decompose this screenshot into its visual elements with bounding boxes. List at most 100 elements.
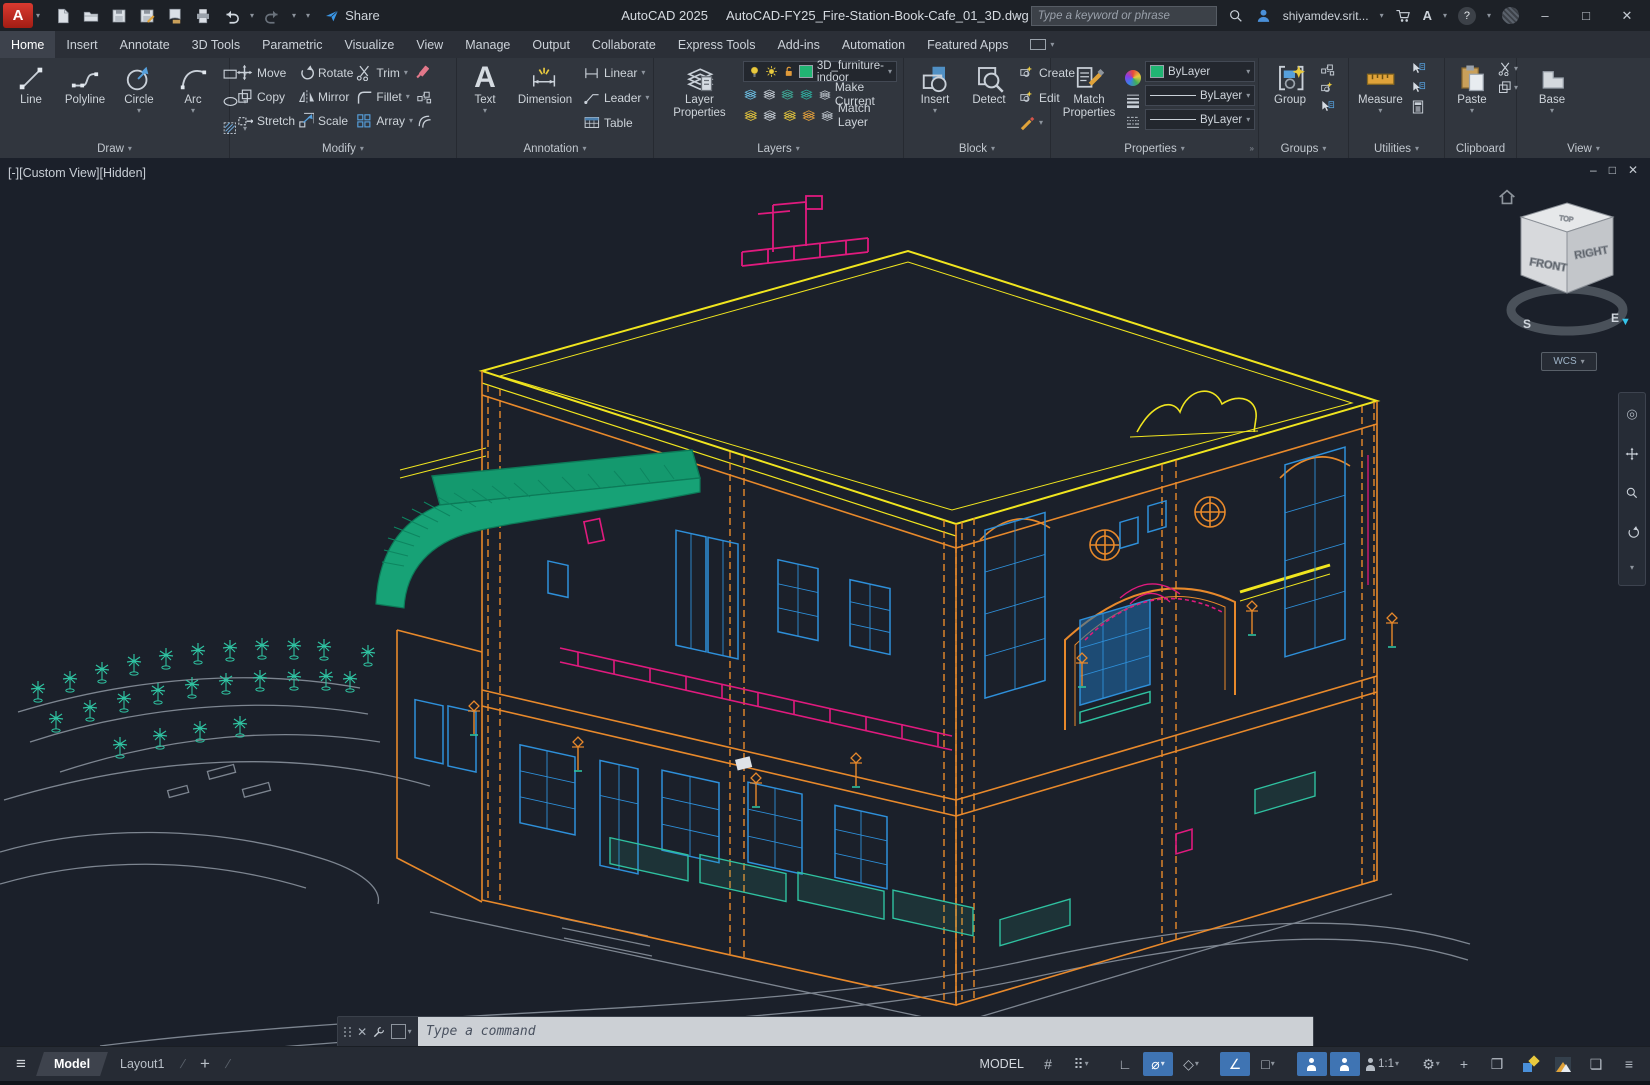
layer-unlock-all-icon[interactable]	[801, 107, 815, 123]
quick-select-icon[interactable]	[1410, 61, 1426, 77]
copy-clip-icon[interactable]	[1497, 80, 1512, 95]
zoom-icon[interactable]	[1625, 486, 1639, 500]
dimension-button[interactable]: Dimension	[511, 61, 579, 139]
layer-lock-icon[interactable]	[799, 86, 813, 102]
user-name[interactable]: shiyamdev.srit...	[1283, 9, 1369, 23]
layer-unlock-icon[interactable]	[782, 65, 795, 78]
autodesk-caret-icon[interactable]: ▾	[1443, 11, 1447, 20]
linetype-select[interactable]: ByLayer ▾	[1145, 109, 1256, 130]
tab-3d-tools[interactable]: 3D Tools	[181, 31, 251, 58]
window-close-button[interactable]: ✕	[1612, 8, 1642, 24]
annotation-monitor-toggle[interactable]: +	[1449, 1052, 1479, 1076]
viewcube[interactable]: S E FRONT RIGHT TOP	[1495, 175, 1650, 375]
panel-label-draw[interactable]: Draw ▾	[0, 140, 229, 158]
redo-caret-icon[interactable]: ▾	[292, 11, 296, 20]
pan-icon[interactable]	[1625, 446, 1639, 461]
viewcube-cube[interactable]: FRONT RIGHT TOP	[1519, 202, 1615, 294]
viewport-visual-style-control[interactable]: [Hidden]	[99, 166, 146, 180]
fillet-button[interactable]: Fillet ▾	[355, 85, 413, 108]
tab-express-tools[interactable]: Express Tools	[667, 31, 767, 58]
command-input[interactable]: Type a command	[418, 1017, 1313, 1046]
cut-icon[interactable]	[1497, 61, 1512, 76]
layer-freeze-icon[interactable]	[743, 86, 757, 102]
measure-button[interactable]: Measure ▾	[1355, 61, 1406, 139]
tab-home[interactable]: Home	[0, 31, 56, 58]
panel-label-properties[interactable]: Properties ▾»	[1051, 139, 1258, 158]
command-drag-handle[interactable]	[344, 1026, 352, 1037]
erase-button[interactable]	[415, 61, 432, 84]
line-button[interactable]: Line	[6, 61, 56, 140]
full-navigation-wheel-icon[interactable]: ◎	[1626, 406, 1637, 422]
graphics-performance-toggle[interactable]	[1548, 1052, 1578, 1076]
lineweight-select[interactable]: ByLayer ▾	[1145, 85, 1256, 106]
move-button[interactable]: Move	[236, 61, 295, 84]
base-view-button[interactable]: Base ▾	[1527, 61, 1577, 139]
command-customize-wrench-icon[interactable]	[372, 1025, 386, 1039]
layer-walk-icon[interactable]	[782, 107, 796, 123]
tab-collaborate[interactable]: Collaborate	[581, 31, 667, 58]
viewport-view-control[interactable]: [Custom View]	[19, 166, 99, 180]
compass-east-label[interactable]: E	[1611, 311, 1619, 325]
customization-button[interactable]: ≡	[1614, 1052, 1644, 1076]
wcs-selector[interactable]: WCS ▾	[1541, 352, 1597, 371]
arc-button[interactable]: Arc ▾	[168, 61, 218, 140]
tab-insert[interactable]: Insert	[55, 31, 108, 58]
viewcube-home-icon[interactable]	[1496, 186, 1518, 208]
workspace-switching-button[interactable]: ⚙ ▾	[1416, 1052, 1446, 1076]
trim-button[interactable]: Trim ▾	[355, 61, 413, 84]
search-input[interactable]	[1030, 5, 1217, 26]
group-edit-icon[interactable]	[1319, 80, 1335, 96]
tab-manage[interactable]: Manage	[454, 31, 521, 58]
linear-button[interactable]: Linear ▾	[583, 61, 649, 84]
viewport-minimize-control[interactable]: [-]	[8, 166, 19, 180]
group-selection-icon[interactable]	[1319, 99, 1335, 115]
copy-button[interactable]: Copy	[236, 85, 295, 108]
compass-south-label[interactable]: S	[1523, 317, 1531, 331]
layer-isolate-icon[interactable]	[762, 86, 776, 102]
tab-output[interactable]: Output	[521, 31, 581, 58]
tab-automation[interactable]: Automation	[831, 31, 916, 58]
panel-label-annotation[interactable]: Annotation ▾	[457, 139, 653, 158]
layout-menu-icon[interactable]: ≡	[16, 1054, 26, 1074]
explode-button[interactable]	[415, 85, 432, 108]
panel-label-groups[interactable]: Groups ▾	[1259, 139, 1348, 158]
plot-icon[interactable]	[166, 7, 184, 25]
clean-screen-toggle[interactable]: ❏	[1581, 1052, 1611, 1076]
viewcube-compass[interactable]: S E	[1506, 284, 1628, 336]
insert-block-button[interactable]: Insert ▾	[910, 61, 960, 139]
navbar-more-icon[interactable]: ▾	[1630, 564, 1634, 572]
new-layout-button[interactable]: +	[182, 1052, 228, 1076]
panel-label-clipboard[interactable]: Clipboard	[1445, 139, 1516, 158]
rotate-button[interactable]: Rotate	[297, 61, 353, 84]
model-space-canvas[interactable]: [-] [Custom View] [Hidden] – □ ✕	[0, 158, 1650, 1080]
command-close-icon[interactable]: ✕	[357, 1025, 367, 1039]
panel-label-layers[interactable]: Layers ▾	[654, 139, 903, 158]
panel-label-block[interactable]: Block ▾	[904, 139, 1050, 158]
object-snap-tracking-toggle[interactable]: ∠	[1219, 1052, 1250, 1076]
orbit-icon[interactable]	[1625, 525, 1639, 539]
object-snap-toggle[interactable]: □ ▾	[1253, 1052, 1283, 1076]
new-file-icon[interactable]	[54, 7, 72, 25]
circle-button[interactable]: Circle ▾	[114, 61, 164, 140]
layer-properties-button[interactable]: Layer Properties	[660, 61, 739, 139]
app-menu-button[interactable]: A	[3, 3, 33, 28]
redo-icon[interactable]	[264, 7, 282, 25]
tab-view[interactable]: View	[405, 31, 454, 58]
undo-icon[interactable]	[222, 7, 240, 25]
grid-toggle[interactable]: #	[1033, 1052, 1063, 1076]
user-caret-icon[interactable]: ▾	[1380, 11, 1384, 20]
quick-calculator-icon[interactable]	[1410, 99, 1426, 115]
3d-object-snap-toggle[interactable]	[1515, 1052, 1545, 1076]
search-icon[interactable]	[1228, 8, 1244, 24]
layer-on-icon[interactable]	[743, 107, 757, 123]
window-maximize-button[interactable]: □	[1571, 8, 1601, 23]
annotation-visibility-toggle[interactable]	[1296, 1052, 1327, 1076]
layout1-tab[interactable]: Layout1	[102, 1052, 182, 1076]
undo-caret-icon[interactable]: ▾	[250, 11, 254, 20]
ortho-toggle[interactable]: ∟	[1110, 1052, 1140, 1076]
command-line[interactable]: ✕ ▾ Type a command	[337, 1016, 1314, 1047]
layer-on-bulb-icon[interactable]	[748, 65, 761, 78]
isometric-drafting-toggle[interactable]: ◇ ▾	[1176, 1052, 1206, 1076]
qat-customize-caret-icon[interactable]: ▾	[306, 11, 310, 20]
layer-select[interactable]: 3D_furniture-indoor ▾	[742, 60, 897, 84]
